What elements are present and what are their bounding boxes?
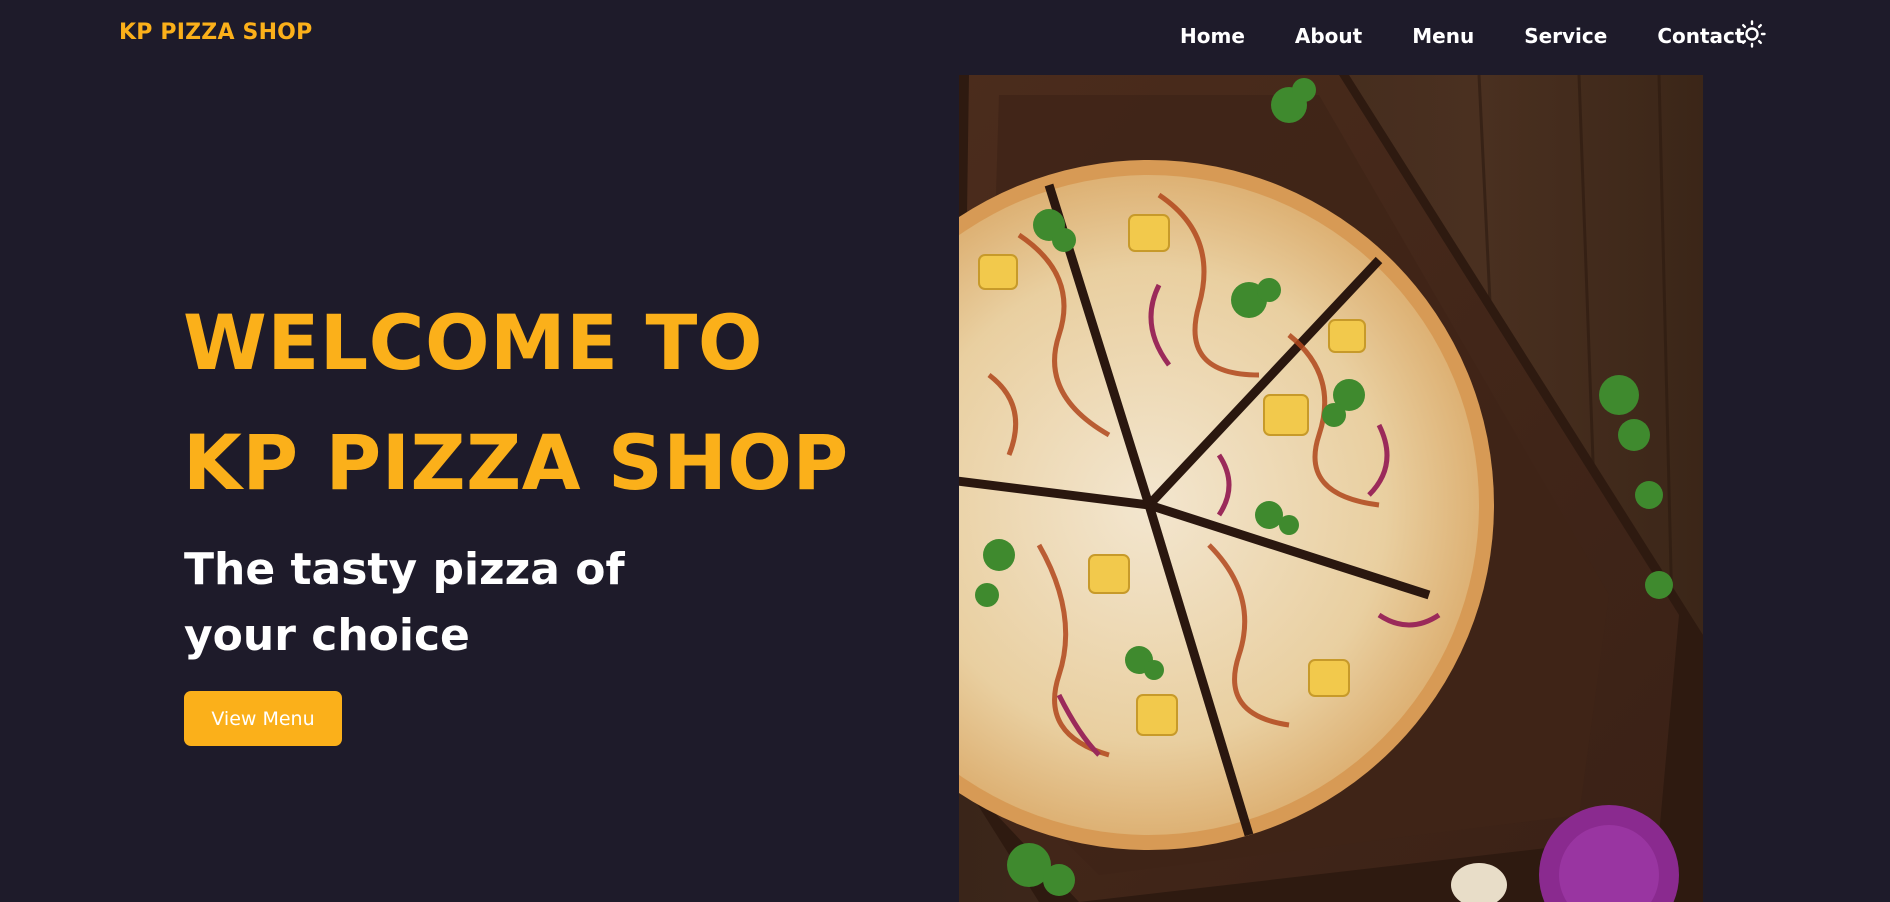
- hero-title: WELCOME TO KP PIZZA SHOP: [183, 298, 849, 507]
- nav-link-menu[interactable]: Menu: [1412, 24, 1474, 48]
- logo[interactable]: KP PIZZA SHOP: [119, 20, 312, 45]
- view-menu-button[interactable]: View Menu: [184, 691, 342, 746]
- nav-menu: Home About Menu Service Contact: [1180, 0, 1744, 72]
- hero-pizza-image: [959, 75, 1703, 902]
- nav-link-home[interactable]: Home: [1180, 24, 1245, 48]
- nav-link-about[interactable]: About: [1295, 24, 1362, 48]
- hero-subtitle: The tasty pizza of your choice: [184, 544, 625, 661]
- nav-link-service[interactable]: Service: [1524, 24, 1607, 48]
- navbar: KP PIZZA SHOP Home About Menu Service Co…: [0, 0, 1890, 72]
- page: KP PIZZA SHOP Home About Menu Service Co…: [0, 0, 1890, 902]
- sun-icon[interactable]: [1737, 19, 1767, 49]
- nav-link-contact[interactable]: Contact: [1657, 24, 1744, 48]
